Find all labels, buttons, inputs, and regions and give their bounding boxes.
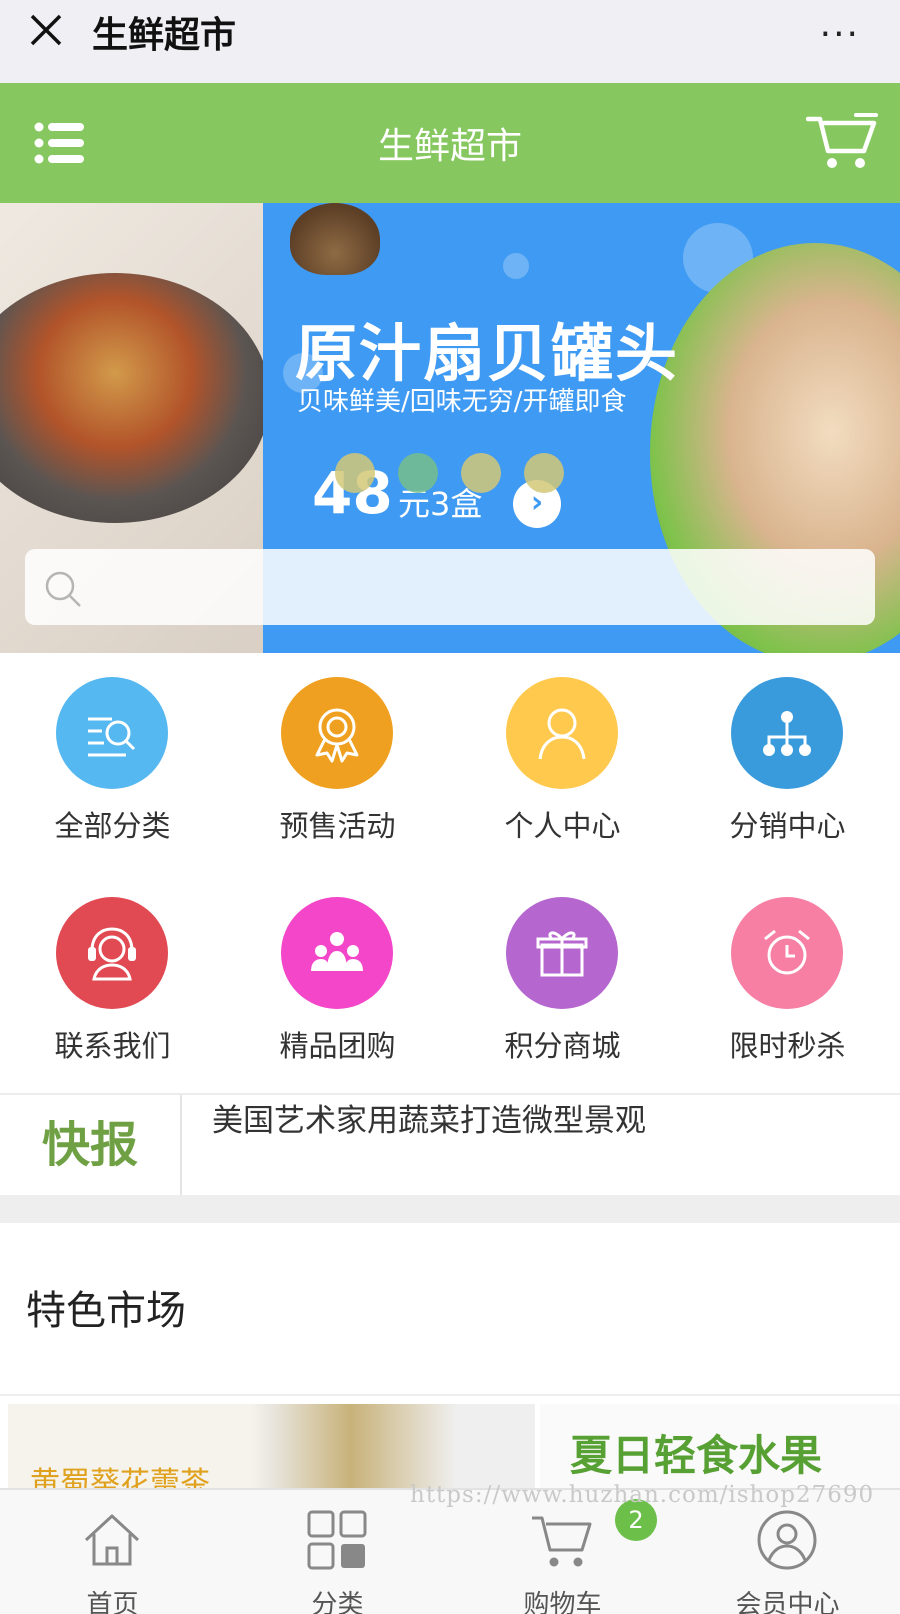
wechat-title: 生鲜超市 [92,15,237,56]
more-icon[interactable]: ··· [820,14,860,55]
grid-icon [307,1510,367,1570]
scallop-shell-image [290,203,380,275]
cart-icon [532,1516,592,1567]
tab-label: 购物车 [523,1590,602,1614]
grid-label: 限时秒杀 [729,1029,846,1063]
news-ticker[interactable]: 快报 美国艺术家用蔬菜打造微型景观 生鲜电商的未来在哪 [0,1093,900,1197]
news-tag: 快报 [0,1095,182,1197]
grid-label: 积分商城 [504,1029,621,1063]
market-card-text: 黄蜀葵花蕾茶 [30,1466,210,1490]
cart-icon[interactable] [806,111,878,173]
tab-member-center[interactable]: 会员中心 [675,1490,900,1614]
grid-label: 预售活动 [279,809,396,843]
wechat-bar: 生鲜超市 ··· [0,0,900,83]
search-bar[interactable] [25,549,875,625]
tab-label: 首页 [86,1590,139,1614]
watermark-text: https://www.huzhan.com/ishop27690 [410,1482,875,1508]
carousel-dot[interactable] [335,453,375,493]
grid-item-flash-sale[interactable]: 限时秒杀 [675,873,900,1073]
search-input[interactable] [95,549,855,625]
award-icon [281,677,393,789]
market-card[interactable]: 黄蜀葵花蕾茶 [8,1404,535,1490]
news-item[interactable]: 美国艺术家用蔬菜打造微型景观 [212,1095,646,1140]
decor-bubble [503,253,529,279]
gift-icon [506,897,618,1009]
grid-label: 联系我们 [54,1029,171,1063]
page: 生鲜超市 ··· 生鲜超市 原汁扇贝罐头 贝味鲜美/回味无穷/开罐即食 48 元… [0,0,900,1614]
carousel-dot[interactable] [461,453,501,493]
group-icon [281,897,393,1009]
network-icon [731,677,843,789]
section-divider [0,1195,900,1223]
app-header: 生鲜超市 [0,83,900,203]
carousel-dot[interactable] [524,453,564,493]
member-icon [757,1510,817,1570]
market-card[interactable]: 夏日轻食水果 [540,1404,900,1490]
close-icon[interactable] [26,10,66,50]
grid-item-personal-center[interactable]: 个人中心 [450,653,675,853]
search-icon [45,571,81,607]
page-title: 生鲜超市 [377,126,522,167]
promo-title: 原汁扇贝罐头 [295,317,680,390]
grid-label: 分销中心 [729,809,846,843]
banner-carousel[interactable]: 原汁扇贝罐头 贝味鲜美/回味无穷/开罐即食 48 元3盒 › [0,203,900,653]
home-icon [84,1514,140,1566]
tab-label: 会员中心 [735,1590,840,1614]
grid-label: 全部分类 [54,809,171,843]
alarm-clock-icon [731,897,843,1009]
tab-label: 分类 [311,1590,364,1614]
carousel-dot[interactable] [398,453,438,493]
section-title: 特色市场 [26,1288,186,1334]
grid-item-presale[interactable]: 预售活动 [225,653,450,853]
tab-home[interactable]: 首页 [0,1490,225,1614]
list-search-icon [56,677,168,789]
featured-market: 黄蜀葵花蕾茶 夏日轻食水果 [0,1394,900,1490]
promo-subtitle: 贝味鲜美/回味无穷/开罐即食 [297,387,627,417]
market-card-text: 夏日轻食水果 [570,1431,823,1480]
stone-pot-image [0,273,270,523]
grid-item-contact-us[interactable]: 联系我们 [0,873,225,1073]
grid-item-group-buy[interactable]: 精品团购 [225,873,450,1073]
grid-item-distribution-center[interactable]: 分销中心 [675,653,900,853]
grid-item-all-categories[interactable]: 全部分类 [0,653,225,853]
tab-category[interactable]: 分类 [225,1490,450,1614]
user-icon [506,677,618,789]
grid-item-points-mall[interactable]: 积分商城 [450,873,675,1073]
grid-label: 个人中心 [504,809,621,843]
headset-icon [56,897,168,1009]
grid-label: 精品团购 [279,1029,396,1063]
shortcut-grid: 全部分类 预售活动 个人中心 分销中心 联系我们 精品团购 积分商城 限时秒杀 [0,653,900,1093]
